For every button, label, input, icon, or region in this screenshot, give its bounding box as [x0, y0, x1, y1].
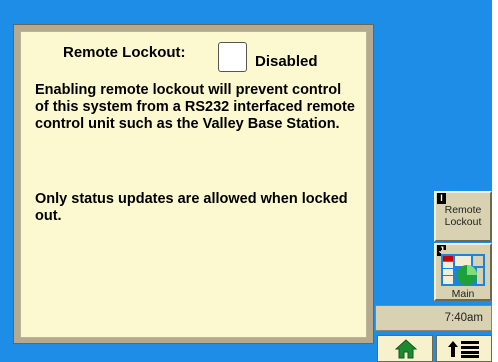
up-arrow-menu-icon — [448, 341, 479, 358]
main-softkey-label: Main — [451, 288, 475, 300]
clock-time: 7:40am — [444, 312, 483, 324]
main-screen-thumbnail-icon — [441, 250, 485, 286]
up-menu-button[interactable] — [436, 335, 492, 362]
remote-lockout-softkey-label: Remote Lockout — [444, 204, 482, 228]
lockout-dialog — [20, 31, 367, 338]
lockout-status: Disabled — [255, 53, 318, 70]
remote-lockout-checkbox[interactable] — [218, 42, 247, 72]
home-icon — [395, 339, 417, 359]
remote-lockout-softkey[interactable]: I Remote Lockout — [434, 191, 492, 242]
time-status-box: 7:40am — [375, 305, 492, 331]
main-softkey[interactable]: J Main — [434, 243, 492, 301]
lockout-label: Remote Lockout: — [63, 44, 186, 61]
softkey-letter-i: I — [437, 193, 446, 204]
lockout-note: Only status updates are allowed when loc… — [35, 191, 348, 224]
screen-edge — [492, 0, 498, 362]
home-button[interactable] — [377, 335, 433, 362]
lockout-description: Enabling remote lockout will prevent con… — [35, 82, 355, 132]
